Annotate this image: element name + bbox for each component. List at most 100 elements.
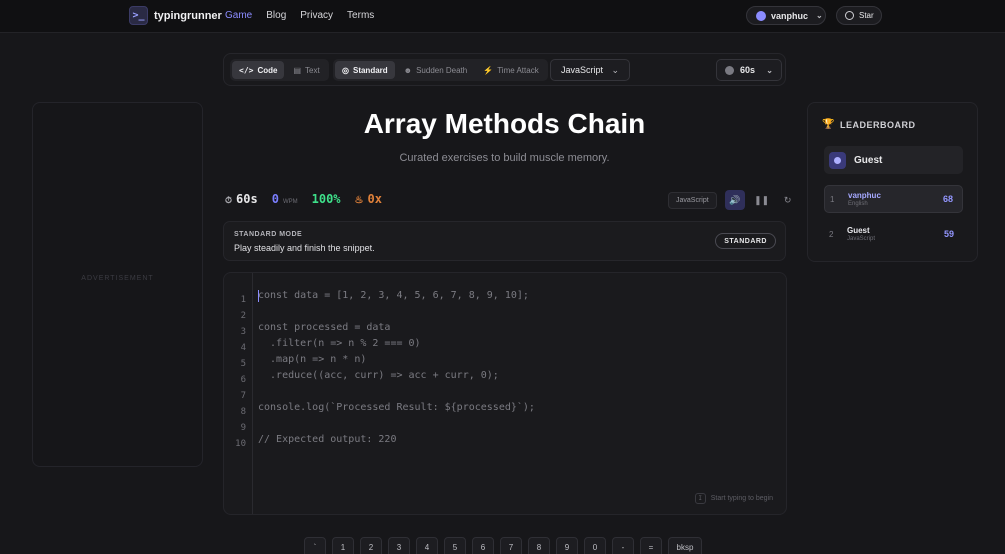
time-remaining: ⏱ 60s bbox=[225, 192, 258, 206]
key-1[interactable]: 1 bbox=[332, 537, 354, 554]
github-icon bbox=[845, 11, 854, 20]
top-navbar: >_ typingrunner Game Blog Privacy Terms … bbox=[0, 0, 1005, 33]
pause-icon[interactable]: ❚❚ bbox=[753, 191, 771, 209]
skull-icon: ☻ bbox=[403, 65, 413, 75]
terminal-logo-icon: >_ bbox=[129, 6, 148, 25]
player-language: English bbox=[848, 201, 868, 207]
mode-time-attack[interactable]: ⚡ Time Attack bbox=[476, 61, 545, 79]
nav-link-game[interactable]: Game bbox=[225, 10, 252, 21]
trophy-icon: 🏆 bbox=[822, 119, 835, 130]
key-5[interactable]: 5 bbox=[444, 537, 466, 554]
mode-banner-label: STANDARD MODE bbox=[234, 231, 303, 238]
code-line: .filter(n => n % 2 === 0) bbox=[258, 338, 421, 349]
nav-link-terms[interactable]: Terms bbox=[347, 10, 374, 21]
nav-link-privacy[interactable]: Privacy bbox=[300, 10, 333, 21]
key-6[interactable]: 6 bbox=[472, 537, 494, 554]
flame-icon: ♨ bbox=[354, 195, 364, 206]
line-number-gutter: 1 2 3 4 5 6 7 8 9 10 bbox=[224, 273, 253, 514]
code-editor[interactable]: 1 2 3 4 5 6 7 8 9 10 const data = [1, 2,… bbox=[223, 272, 787, 515]
player-name: vanphuc bbox=[848, 191, 881, 200]
code-line: const data = [1, 2, 3, 4, 5, 6, 7, 8, 9,… bbox=[258, 290, 529, 301]
advertisement-panel: ADVERTISEMENT bbox=[32, 102, 203, 467]
brand-name: typingrunner bbox=[154, 9, 222, 22]
document-icon: ▤ bbox=[293, 65, 302, 75]
nav-links: Game Blog Privacy Terms bbox=[225, 10, 374, 21]
language-badge: JavaScript bbox=[668, 191, 717, 209]
mode-standard[interactable]: ◎ Standard bbox=[335, 61, 395, 79]
key-4[interactable]: 4 bbox=[416, 537, 438, 554]
code-line: .map(n => n * n) bbox=[258, 354, 367, 365]
line-number: 6 bbox=[240, 375, 246, 385]
content-type-text[interactable]: ▤ Text bbox=[286, 61, 326, 79]
player-name: Guest bbox=[847, 226, 870, 235]
sound-toggle-icon[interactable]: 🔊 bbox=[724, 190, 745, 210]
line-number: 4 bbox=[240, 343, 246, 353]
brand[interactable]: >_ typingrunner bbox=[129, 6, 222, 25]
chevron-down-icon: ⌄ bbox=[816, 11, 823, 20]
mode-toggle: ◎ Standard ☻ Sudden Death ⚡ Time Attack bbox=[333, 59, 548, 81]
target-icon: ◎ bbox=[342, 65, 349, 75]
leaderboard-row: 2 Guest JavaScript 59 bbox=[829, 226, 954, 242]
player-score: 68 bbox=[942, 194, 953, 204]
mode-tag-badge: STANDARD bbox=[715, 233, 776, 249]
exercise-subtitle: Curated exercises to build muscle memory… bbox=[399, 152, 610, 164]
keyboard-key-icon: I bbox=[694, 493, 706, 504]
current-player: Guest bbox=[824, 146, 963, 174]
advertisement-label: ADVERTISEMENT bbox=[81, 275, 154, 282]
leaderboard-header: 🏆 LEADERBOARD bbox=[822, 119, 916, 130]
duration-select[interactable]: 60s ⌄ bbox=[716, 59, 782, 81]
stopwatch-icon: ⏱ bbox=[225, 195, 233, 205]
line-number: 5 bbox=[240, 359, 246, 369]
line-number: 10 bbox=[235, 439, 246, 449]
virtual-keyboard: ` 1 2 3 4 5 6 7 8 9 0 - = bksp bbox=[304, 537, 702, 554]
github-star-label: Star bbox=[859, 11, 874, 20]
line-number: 2 bbox=[240, 311, 246, 321]
content-type-toggle: </> Code ▤ Text bbox=[230, 59, 329, 81]
key-8[interactable]: 8 bbox=[528, 537, 550, 554]
key-9[interactable]: 9 bbox=[556, 537, 578, 554]
key-3[interactable]: 3 bbox=[388, 537, 410, 554]
player-language: JavaScript bbox=[847, 236, 876, 242]
leaderboard-row: 1 vanphuc English 68 bbox=[824, 185, 963, 213]
exercise-title: Array Methods Chain bbox=[363, 108, 646, 139]
key-0[interactable]: 0 bbox=[584, 537, 606, 554]
code-line: const processed = data bbox=[258, 322, 391, 333]
editor-controls: JavaScript 🔊 ❚❚ ↻ bbox=[668, 190, 797, 210]
combo-stat: ♨ 0x bbox=[354, 192, 382, 206]
line-number: 7 bbox=[240, 391, 246, 401]
user-name: vanphuc bbox=[771, 10, 809, 21]
key-2[interactable]: 2 bbox=[360, 537, 382, 554]
key-minus[interactable]: - bbox=[612, 537, 634, 554]
key-equals[interactable]: = bbox=[640, 537, 662, 554]
content-type-code[interactable]: </> Code bbox=[232, 61, 285, 79]
nav-link-blog[interactable]: Blog bbox=[266, 10, 286, 21]
leaderboard-panel: 🏆 LEADERBOARD Guest 1 vanphuc English 68… bbox=[807, 102, 978, 262]
key-7[interactable]: 7 bbox=[500, 537, 522, 554]
wpm-stat: 0 WPM bbox=[271, 192, 298, 206]
line-number: 3 bbox=[240, 327, 246, 337]
code-line: // Expected output: 220 bbox=[258, 434, 397, 445]
restart-icon[interactable]: ↻ bbox=[779, 191, 797, 209]
line-number: 1 bbox=[240, 295, 246, 305]
game-toolbar: </> Code ▤ Text ◎ Standard ☻ Sudden Deat… bbox=[223, 53, 786, 86]
start-typing-hint: I Start typing to begin bbox=[694, 493, 773, 504]
clock-icon bbox=[725, 65, 734, 75]
stats-bar: ⏱ 60s 0 WPM 100% ♨ 0x bbox=[225, 192, 382, 206]
code-line: console.log(`Processed Result: ${process… bbox=[258, 402, 535, 413]
mode-sudden-death[interactable]: ☻ Sudden Death bbox=[397, 61, 475, 79]
mode-banner-description: Play steadily and finish the snippet. bbox=[234, 243, 375, 253]
code-icon: </> bbox=[239, 65, 254, 75]
chevron-down-icon: ⌄ bbox=[766, 65, 773, 75]
user-menu-button[interactable]: vanphuc ⌄ bbox=[746, 6, 826, 25]
accuracy-stat: 100% bbox=[311, 192, 341, 206]
key-backspace[interactable]: bksp bbox=[668, 537, 702, 554]
language-select[interactable]: JavaScript ⌄ bbox=[550, 59, 630, 81]
lightning-icon: ⚡ bbox=[483, 65, 494, 75]
line-number: 8 bbox=[240, 407, 246, 417]
key-backtick[interactable]: ` bbox=[304, 537, 326, 554]
github-star-button[interactable]: Star bbox=[836, 6, 882, 25]
player-score: 59 bbox=[943, 229, 954, 239]
user-avatar-icon bbox=[756, 10, 766, 21]
chevron-down-icon: ⌄ bbox=[611, 64, 619, 75]
mode-banner: STANDARD MODE Play steadily and finish t… bbox=[223, 221, 786, 261]
